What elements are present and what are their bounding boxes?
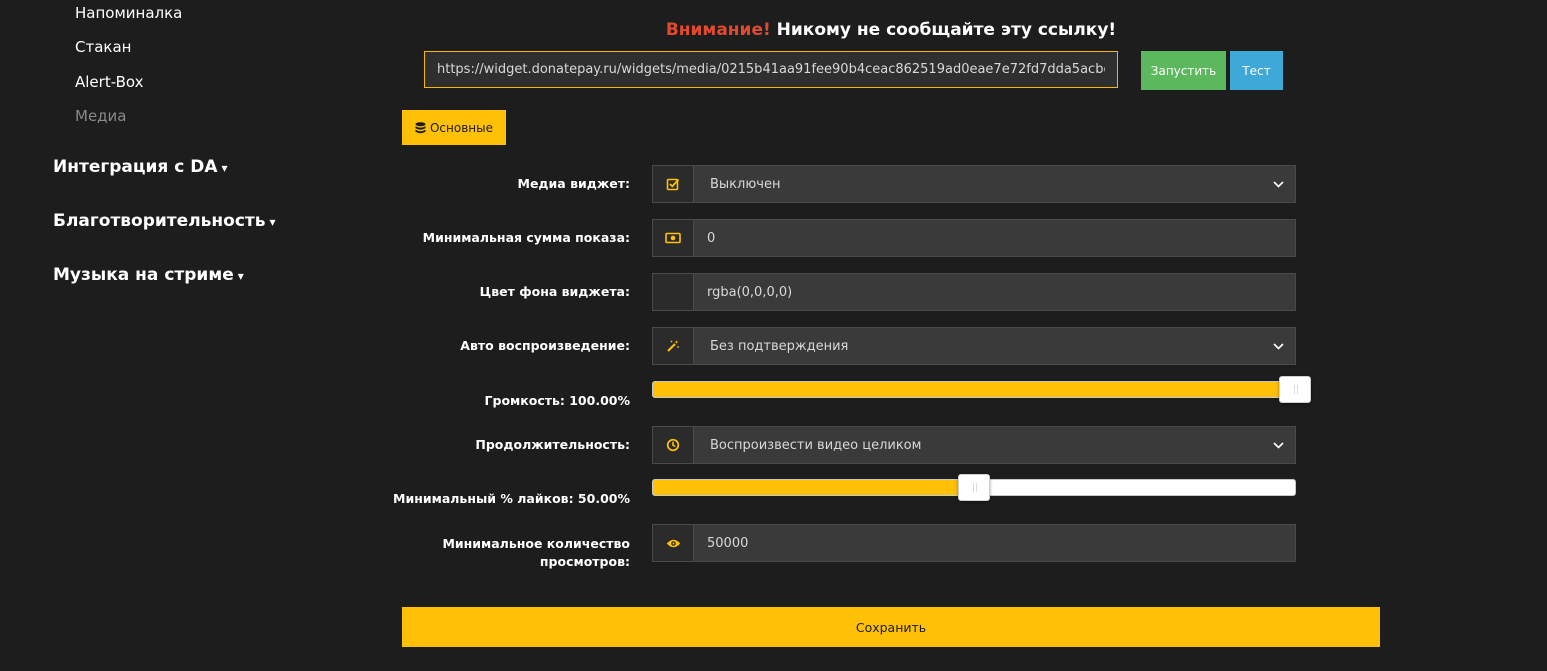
chevron-down-icon xyxy=(1261,427,1295,463)
checkbox-icon xyxy=(666,178,680,191)
money-icon xyxy=(665,232,681,244)
media-widget-label: Медиа виджет: xyxy=(517,176,630,191)
min-amount-field[interactable]: 0 xyxy=(652,219,1296,257)
caret-down-icon: ▾ xyxy=(221,161,228,175)
caret-down-icon: ▾ xyxy=(237,269,244,283)
save-button[interactable]: Сохранить xyxy=(402,607,1380,647)
addon xyxy=(653,427,694,463)
chevron-down-icon xyxy=(1261,328,1295,364)
select-value: Выключен xyxy=(710,176,781,192)
sidebar-item-media[interactable]: Медиа xyxy=(75,107,126,125)
select-value: Без подтверждения xyxy=(710,338,849,354)
magic-wand-icon xyxy=(667,340,679,352)
duration-select[interactable]: Воспроизвести видео целиком xyxy=(652,426,1296,464)
sidebar-item-glass[interactable]: Стакан xyxy=(75,38,131,56)
input-value: 50000 xyxy=(707,535,749,551)
min-likes-label: Минимальный % лайков: 50.00% xyxy=(393,491,630,506)
warning-prefix: Внимание! xyxy=(665,20,771,40)
duration-label: Продолжительность: xyxy=(475,437,630,452)
sidebar-item-alert-box[interactable]: Alert-Box xyxy=(75,73,143,91)
clock-icon xyxy=(666,438,680,452)
eye-icon xyxy=(666,539,680,547)
slider-fill xyxy=(653,480,974,495)
link-warning: Внимание! Никому не сообщайте эту ссылку… xyxy=(402,20,1380,40)
label-line: Минимальное количество xyxy=(442,536,630,551)
min-amount-label: Минимальная сумма показа: xyxy=(422,230,630,245)
label-line: просмотров: xyxy=(539,554,630,569)
test-button[interactable]: Тест xyxy=(1230,51,1283,90)
bg-color-label: Цвет фона виджета: xyxy=(479,284,630,299)
min-views-label: Минимальное количество просмотров: xyxy=(370,535,630,571)
media-widget-select[interactable]: Выключен xyxy=(652,165,1296,203)
volume-slider[interactable] xyxy=(652,376,1311,403)
section-label: Благотворительность xyxy=(53,211,266,231)
slider-handle[interactable] xyxy=(1279,376,1311,403)
min-likes-slider[interactable] xyxy=(652,474,1296,501)
addon xyxy=(653,220,694,256)
autoplay-label: Авто воспроизведение: xyxy=(460,338,630,353)
sidebar-section-charity[interactable]: Благотворительность ▾ xyxy=(53,211,276,231)
autoplay-select[interactable]: Без подтверждения xyxy=(652,327,1296,365)
database-icon xyxy=(415,121,426,133)
sidebar-section-da-integration[interactable]: Интеграция с DA ▾ xyxy=(53,157,228,177)
widget-url-field[interactable] xyxy=(424,51,1118,88)
sidebar-item-reminder[interactable]: Напоминалка xyxy=(75,4,182,22)
volume-label: Громкость: 100.00% xyxy=(484,393,630,408)
color-swatch[interactable] xyxy=(653,274,694,310)
addon xyxy=(653,166,694,202)
input-value: 0 xyxy=(707,230,716,246)
tab-label: Основные xyxy=(429,120,493,135)
section-label: Музыка на стриме xyxy=(53,265,234,285)
sidebar-section-stream-music[interactable]: Музыка на стриме ▾ xyxy=(53,265,244,285)
slider-handle[interactable] xyxy=(958,474,990,501)
warning-text: Никому не сообщайте эту ссылку! xyxy=(776,20,1117,40)
section-label: Интеграция с DA xyxy=(53,157,218,177)
start-button[interactable]: Запустить xyxy=(1141,51,1226,90)
select-value: Воспроизвести видео целиком xyxy=(710,437,922,453)
tab-main-settings[interactable]: Основные xyxy=(402,110,506,145)
chevron-down-icon xyxy=(1261,166,1295,202)
addon xyxy=(653,525,694,561)
min-views-field[interactable]: 50000 xyxy=(652,524,1296,562)
addon xyxy=(653,328,694,364)
input-value: rgba(0,0,0,0) xyxy=(707,284,793,300)
slider-fill xyxy=(653,382,1295,397)
bg-color-field[interactable]: rgba(0,0,0,0) xyxy=(652,273,1296,311)
caret-down-icon: ▾ xyxy=(269,215,276,229)
